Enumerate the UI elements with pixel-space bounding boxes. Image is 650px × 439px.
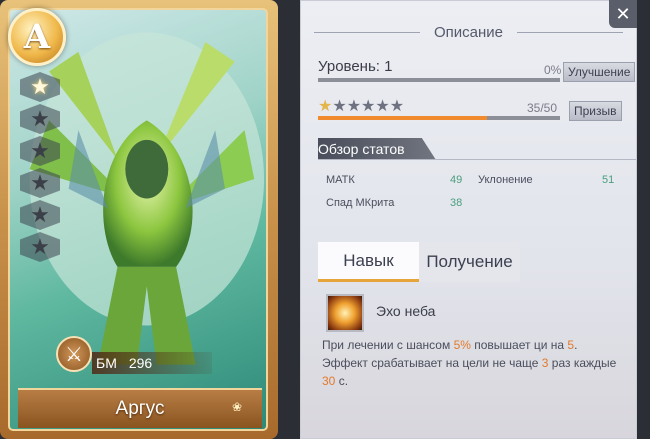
divider — [318, 159, 636, 160]
star-icon: ★ — [375, 98, 390, 115]
stat-label: МАТК — [326, 174, 355, 186]
summon-button[interactable]: Призыв — [569, 101, 622, 121]
skill-desc-text: раз каждые — [548, 356, 617, 370]
skill-desc-text: с. — [335, 374, 349, 388]
skill-description: При лечении с шансом 5% повышает ци на 5… — [322, 336, 622, 390]
skill-icon[interactable] — [326, 294, 364, 332]
star-icon: ★ — [389, 98, 405, 115]
tab-acquisition[interactable]: Получение — [419, 242, 520, 282]
star-icon: ★ — [332, 98, 347, 115]
skill-desc-highlight: 5% — [453, 338, 471, 352]
power-label: БМ — [96, 355, 117, 371]
stat-value: 38 — [450, 197, 463, 209]
hero-name-plate: Аргус — [18, 388, 262, 428]
stat-value: 49 — [450, 174, 463, 186]
star-icon: ★ — [20, 168, 60, 198]
crossed-swords-icon: ⚔ — [56, 336, 92, 372]
detail-tabs: Навык Получение — [318, 242, 520, 282]
star-icon: ★ — [20, 136, 60, 166]
stat-value: 51 — [602, 174, 615, 186]
star-icon: ★ — [20, 72, 60, 102]
stat-label: Уклонение — [478, 174, 533, 186]
star-icon: ★ — [361, 98, 376, 115]
skill-desc-text: повышает ци на — [470, 338, 568, 352]
panel-title: Описание — [300, 20, 637, 44]
hero-card[interactable]: A ★ ★ ★ ★ ★ ★ ⚔ БМ296 ❀ Аргус ❀ — [0, 0, 278, 439]
skill-desc-text: При лечении с шансом — [322, 338, 454, 352]
upgrade-button[interactable]: Улучшение — [563, 62, 636, 82]
rarity-letter: A — [23, 17, 51, 57]
panel-title-text: Описание — [433, 23, 504, 41]
star-rating: ★★★★★★ — [318, 96, 404, 116]
star-icon: ★ — [20, 232, 60, 262]
star-progress-fill — [318, 116, 488, 120]
star-icon: ★ — [318, 98, 333, 115]
skill-name: Эхо неба — [376, 303, 436, 319]
star-icon: ★ — [346, 98, 362, 115]
level-progress: 0% — [544, 63, 562, 77]
rarity-badge: A — [8, 8, 66, 66]
level-progress-bar — [318, 78, 560, 82]
level-label: Уровень: 1 — [318, 58, 393, 75]
lotus-ornament-icon: ❀ — [232, 400, 243, 414]
star-progress-bar — [318, 116, 560, 120]
star-progress: 35/50 — [527, 101, 558, 115]
stat-label: Спад МКрита — [326, 197, 395, 209]
star-icon: ★ — [20, 104, 60, 134]
stats-overview-header: Обзор статов — [318, 138, 436, 160]
hero-name: Аргус — [115, 398, 165, 419]
power-value: 296 — [128, 355, 153, 371]
hero-star-column: ★ ★ ★ ★ ★ ★ — [20, 72, 60, 262]
battle-power: БМ 296 — [92, 352, 212, 374]
tab-skill[interactable]: Навык — [318, 242, 419, 282]
star-icon: ★ — [20, 200, 60, 230]
skill-desc-highlight: 30 — [322, 374, 336, 388]
